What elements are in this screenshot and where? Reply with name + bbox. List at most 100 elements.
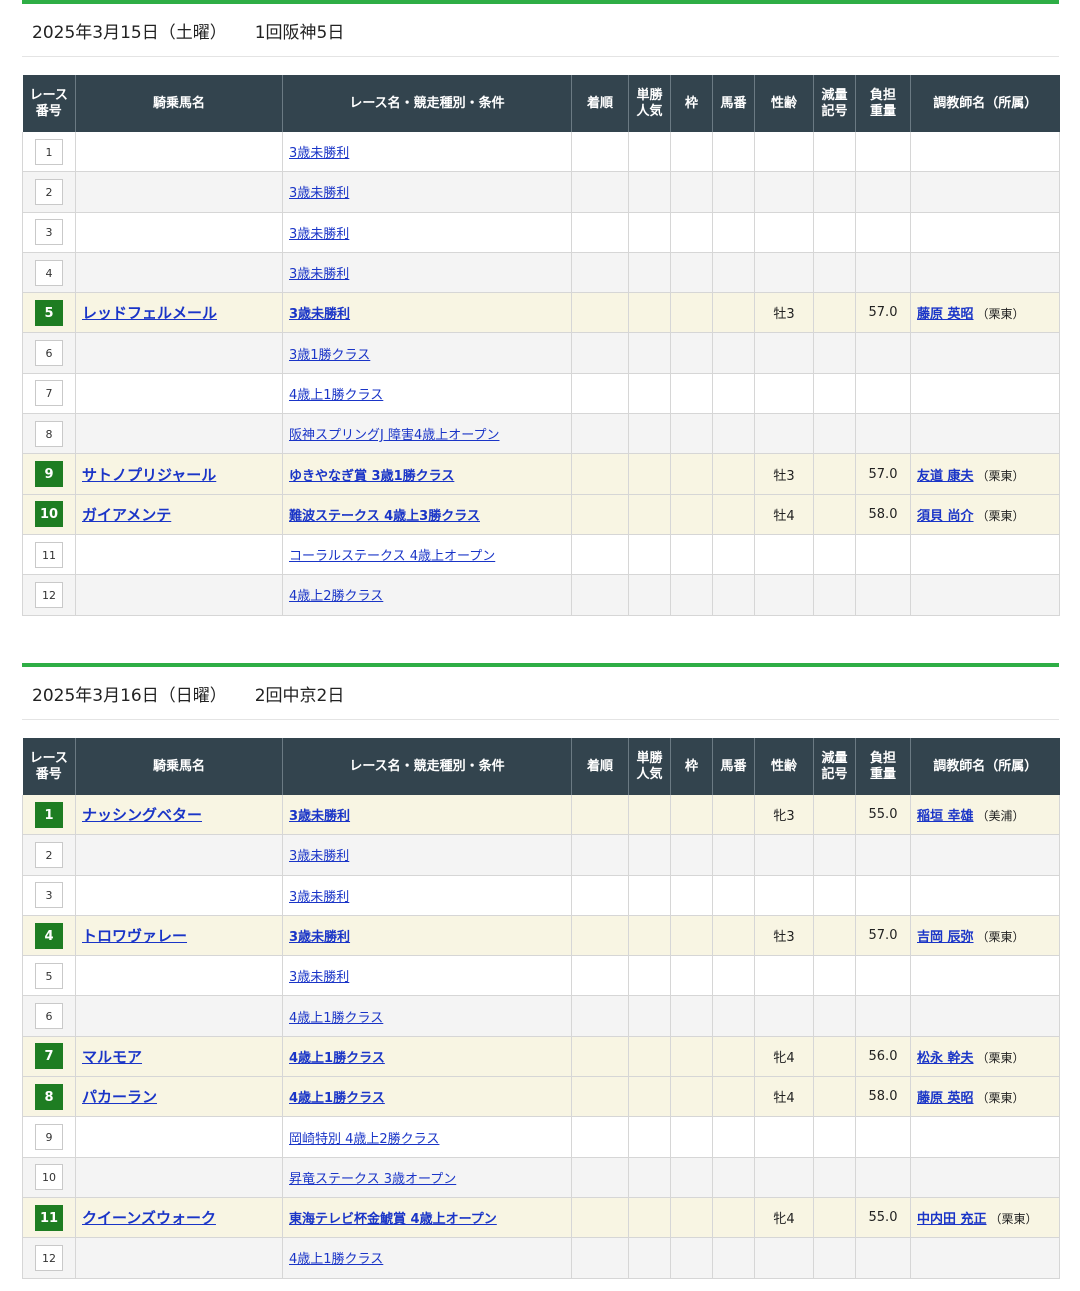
- race-link[interactable]: 3歳未勝利: [289, 930, 350, 945]
- race-number-badge: 8: [35, 1083, 63, 1110]
- race-link[interactable]: 東海テレビ杯金鯱賞 4歳上オープン: [289, 1212, 497, 1227]
- frame-cell: [670, 494, 713, 535]
- carried-weight-cell: [855, 1157, 911, 1198]
- horse-link[interactable]: クイーンズウォーク: [82, 1209, 216, 1227]
- horse-name-cell: [75, 171, 283, 213]
- horse-link[interactable]: マルモア: [82, 1048, 142, 1066]
- race-number-cell: 2: [22, 171, 76, 213]
- race-link[interactable]: 3歳未勝利: [289, 970, 349, 985]
- race-link[interactable]: 4歳上2勝クラス: [289, 589, 383, 604]
- race-link[interactable]: 4歳上1勝クラス: [289, 1051, 385, 1066]
- popularity-cell: [628, 332, 671, 374]
- race-link[interactable]: 3歳未勝利: [289, 227, 349, 242]
- column-header: 単勝 人気: [628, 75, 671, 132]
- race-link[interactable]: 昇竜ステークス 3歳オープン: [289, 1172, 456, 1187]
- horse-number-cell: [712, 212, 755, 253]
- race-link[interactable]: 4歳上1勝クラス: [289, 1091, 385, 1106]
- race-link[interactable]: 難波ステークス 4歳上3勝クラス: [289, 509, 480, 524]
- horse-name-cell: [75, 875, 283, 916]
- popularity-cell: [628, 915, 671, 957]
- race-link[interactable]: 4歳上1勝クラス: [289, 1252, 383, 1267]
- horse-link[interactable]: ガイアメンテ: [82, 506, 171, 524]
- race-link[interactable]: コーラルステークス 4歳上オープン: [289, 549, 495, 564]
- trainer-link[interactable]: 藤原 英昭: [917, 307, 974, 322]
- race-link[interactable]: 3歳未勝利: [289, 267, 349, 282]
- trainer-link[interactable]: 藤原 英昭: [917, 1091, 974, 1106]
- frame-cell: [670, 171, 713, 213]
- race-link[interactable]: 3歳未勝利: [289, 849, 349, 864]
- weight-reduction-cell: [813, 1036, 856, 1078]
- column-header: 枠: [670, 738, 713, 795]
- column-header: 騎乗馬名: [75, 738, 283, 795]
- weight-reduction-cell: [813, 252, 856, 294]
- trainer-link[interactable]: 吉岡 辰弥: [917, 930, 974, 945]
- horse-name-cell: [75, 534, 283, 576]
- race-link[interactable]: ゆきやなぎ賞 3歳1勝クラス: [289, 469, 454, 484]
- race-name-cell: 3歳未勝利: [282, 795, 572, 836]
- race-link[interactable]: 3歳未勝利: [289, 146, 349, 161]
- horse-name-cell: [75, 1116, 283, 1158]
- trainer-affiliation: （栗東）: [976, 1091, 1025, 1106]
- race-number-cell: 1: [22, 795, 76, 836]
- popularity-cell: [628, 1237, 671, 1279]
- sex-age-cell: [754, 252, 814, 294]
- popularity-cell: [628, 574, 671, 616]
- sex-age-cell: [754, 574, 814, 616]
- race-name-cell: 3歳未勝利: [282, 252, 572, 294]
- frame-cell: [670, 955, 713, 997]
- carried-weight-cell: [855, 1116, 911, 1158]
- trainer-link[interactable]: 稲垣 幸雄: [917, 809, 974, 824]
- race-name-cell: 4歳上1勝クラス: [282, 1076, 572, 1118]
- trainer-link[interactable]: 須貝 尚介: [917, 509, 974, 524]
- horse-link[interactable]: トロワヴァレー: [82, 927, 187, 945]
- weight-reduction-cell: [813, 995, 856, 1037]
- trainer-link[interactable]: 友道 康夫: [917, 469, 974, 484]
- race-link[interactable]: 3歳未勝利: [289, 809, 350, 824]
- race-link[interactable]: 3歳1勝クラス: [289, 348, 370, 363]
- race-link[interactable]: 4歳上1勝クラス: [289, 388, 383, 403]
- trainer-cell: [910, 413, 1060, 455]
- horse-name-cell: [75, 574, 283, 616]
- day-venue: 1回阪神5日: [254, 22, 345, 43]
- sex-age-cell: 牝4: [754, 1036, 814, 1078]
- horse-number-cell: [712, 1076, 755, 1118]
- horse-number-cell: [712, 132, 755, 173]
- horse-link[interactable]: ナッシングベター: [82, 806, 202, 824]
- horse-link[interactable]: パカーラン: [82, 1088, 157, 1106]
- table-row: 10 ガイアメンテ 難波ステークス 4歳上3勝クラス 牡4 58.0 須貝 尚介 （栗東）: [22, 494, 1060, 535]
- horse-link[interactable]: レッドフェルメール: [82, 304, 217, 322]
- popularity-cell: [628, 373, 671, 415]
- horse-link[interactable]: サトノプリジャール: [82, 466, 216, 484]
- race-name-cell: コーラルステークス 4歳上オープン: [282, 534, 572, 576]
- trainer-cell: 藤原 英昭 （栗東）: [910, 1076, 1060, 1118]
- sex-age-cell: [754, 1116, 814, 1158]
- weight-reduction-cell: [813, 1116, 856, 1158]
- race-number-badge: 6: [35, 340, 63, 367]
- carried-weight-cell: [855, 955, 911, 997]
- carried-weight-cell: [855, 1237, 911, 1279]
- race-link[interactable]: 岡崎特別 4歳上2勝クラス: [289, 1132, 439, 1147]
- race-number-cell: 10: [22, 1157, 76, 1198]
- weight-reduction-cell: [813, 1076, 856, 1118]
- horse-name-cell: マルモア: [75, 1036, 283, 1078]
- trainer-link[interactable]: 松永 幹夫: [917, 1051, 974, 1066]
- horse-number-cell: [712, 292, 755, 334]
- race-link[interactable]: 3歳未勝利: [289, 186, 349, 201]
- column-header: 枠: [670, 75, 713, 132]
- carried-weight-cell: 57.0: [855, 292, 911, 334]
- race-number-cell: 7: [22, 373, 76, 415]
- horse-name-cell: [75, 413, 283, 455]
- table-row: 2 3歳未勝利: [22, 834, 1060, 876]
- trainer-cell: [910, 373, 1060, 415]
- race-link[interactable]: 3歳未勝利: [289, 890, 349, 905]
- table-row: 4 トロワヴァレー 3歳未勝利 牡3 57.0 吉岡 辰弥 （栗東）: [22, 915, 1060, 957]
- sex-age-cell: [754, 534, 814, 576]
- race-link[interactable]: 阪神スプリングJ 障害4歳上オープン: [289, 428, 499, 443]
- race-number-cell: 11: [22, 1197, 76, 1239]
- race-link[interactable]: 4歳上1勝クラス: [289, 1011, 383, 1026]
- table-row: 9 サトノプリジャール ゆきやなぎ賞 3歳1勝クラス 牡3 57.0 友道 康夫 （栗東）: [22, 453, 1060, 495]
- trainer-affiliation: （栗東）: [976, 930, 1025, 945]
- race-link[interactable]: 3歳未勝利: [289, 307, 350, 322]
- trainer-link[interactable]: 中内田 充正: [917, 1212, 987, 1227]
- race-day-section: 2025年3月16日（日曜） 2回中京2日 レース 番号 騎乗馬名 レース名・競走種別…: [22, 663, 1060, 1279]
